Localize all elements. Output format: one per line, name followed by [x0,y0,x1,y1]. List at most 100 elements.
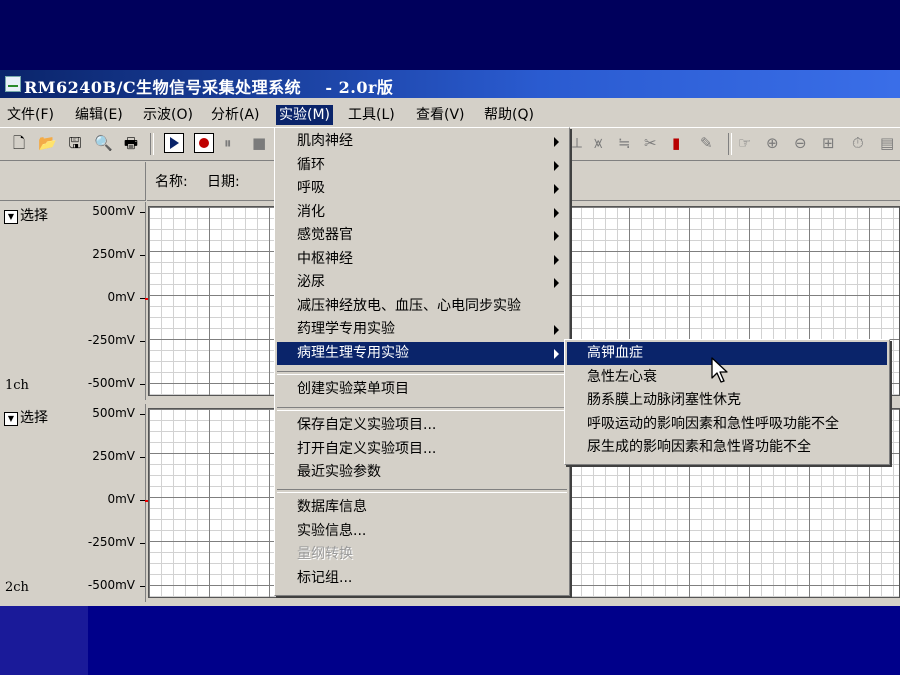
menu-view[interactable]: 查看(V) [416,105,465,125]
menu-item-digestion[interactable]: 消化 [277,201,567,224]
menu-item-circulation[interactable]: 循环 [277,154,567,177]
menu-item-pathophysiology[interactable]: 病理生理专用实验 [277,342,567,365]
submenu-arrow-icon [554,255,559,265]
submenu-item-renal-insufficiency[interactable]: 尿生成的影响因素和急性肾功能不全 [567,436,887,459]
name-label: 名称: [155,174,188,190]
submenu-arrow-icon [554,137,559,147]
y-tick-label: 250mV [92,449,135,463]
menu-analysis[interactable]: 分析(A) [211,105,260,125]
channel-1-scale-panel: ▼ 选择 500mV 250mV 0mV -250mV -500mV 1ch [0,202,146,400]
select-label: 选择 [20,208,48,224]
y-tick [140,586,145,587]
submenu-arrow-icon [554,208,559,218]
channel-2-select[interactable]: ▼ 选择 [4,407,48,427]
menu-item-urinary[interactable]: 泌尿 [277,271,567,294]
menu-item-marker-group[interactable]: 标记组... [277,567,567,590]
y-tick [140,212,145,213]
slide-background-bottom [88,604,900,675]
select-label: 选择 [20,410,48,426]
submenu-arrow-icon [554,231,559,241]
menu-scope[interactable]: 示波(O) [143,105,193,125]
more-icon[interactable]: ▤ [880,134,894,152]
channel-2-scale-panel: ▼ 选择 500mV 250mV 0mV -250mV -500mV 2ch [0,404,146,602]
toolbar-separator [728,133,732,155]
y-tick-label: 500mV [92,406,135,420]
y-tick-label: 0mV [107,290,135,304]
y-tick [140,341,145,342]
submenu-item-respiratory-insufficiency[interactable]: 呼吸运动的影响因素和急性呼吸功能不全 [567,413,887,436]
menu-item-respiration[interactable]: 呼吸 [277,177,567,200]
menu-item-save-custom[interactable]: 保存自定义实验项目... [277,414,567,437]
channel-name: 2ch [5,580,29,595]
marker-icon[interactable]: ⟂ [572,134,582,152]
menu-item-create-menu-item[interactable]: 创建实验菜单项目 [277,378,567,401]
experiment-menu: 肌肉神经 循环 呼吸 消化 感觉器官 中枢神经 泌尿 减压神经放电、血压、心电同… [274,127,570,596]
y-tick [140,384,145,385]
y-tick-label: 0mV [107,492,135,506]
book-icon[interactable]: ▮ [672,134,680,152]
menu-experiment[interactable]: 实验(M) [276,105,334,125]
open-folder-icon[interactable]: 📂 [38,134,57,152]
record-icon[interactable] [194,133,214,153]
zoom-out-icon[interactable]: ⊖ [794,134,807,152]
y-tick-label: -500mV [87,376,135,390]
y-tick-label: 500mV [92,204,135,218]
play-icon[interactable] [164,133,184,153]
notes-icon[interactable]: ✎ [700,134,713,152]
pause-icon[interactable]: ⏸ [224,134,232,152]
submenu-arrow-icon [554,278,559,288]
print-preview-icon[interactable]: 🔍 [94,134,113,152]
menu-item-sensory[interactable]: 感觉器官 [277,224,567,247]
menu-separator [277,489,567,493]
submenu-arrow-icon [554,325,559,335]
dropdown-arrow-icon: ▼ [4,210,18,224]
menu-tools[interactable]: 工具(L) [348,105,395,125]
toolbar-separator [150,133,154,155]
scissors-icon[interactable]: ✂ [644,134,657,152]
submenu-arrow-icon [554,184,559,194]
menu-item-database-info[interactable]: 数据库信息 [277,496,567,519]
menu-item-unit-conversion: 量纲转换 [297,546,353,562]
app-icon [5,76,21,92]
menu-file[interactable]: 文件(F) [7,105,54,125]
channel-name: 1ch [5,378,29,393]
menu-item-muscle-nerve[interactable]: 肌肉神经 [277,130,567,153]
save-icon[interactable]: 🖫 [66,134,84,152]
submenu-item-mesenteric-shock[interactable]: 肠系膜上动脉闭塞性休克 [567,389,887,412]
zoom-in-icon[interactable]: ⊕ [766,134,779,152]
grid-icon[interactable]: ⊞ [822,134,835,152]
submenu-arrow-icon [554,349,559,359]
submenu-arrow-icon [554,161,559,171]
menu-item-recent-params[interactable]: 最近实验参数 [277,461,567,484]
menu-item-depressor-nerve[interactable]: 减压神经放电、血压、心电同步实验 [277,295,567,318]
y-tick [140,543,145,544]
channel-1-select[interactable]: ▼ 选择 [4,205,48,225]
y-tick-label: -500mV [87,578,135,592]
menu-bar: 文件(F) 编辑(E) 示波(O) 分析(A) 实验(M) 工具(L) 查看(V… [0,102,900,126]
menu-help[interactable]: 帮助(Q) [484,105,534,125]
hand-icon[interactable]: ☞ [738,134,751,152]
date-label: 日期: [207,174,240,190]
stop-icon[interactable]: ■ [252,134,266,152]
menu-edit[interactable]: 编辑(E) [75,105,123,125]
y-tick-label: 250mV [92,247,135,261]
menu-item-pharmacology[interactable]: 药理学专用实验 [277,318,567,341]
menu-item-central-nerve[interactable]: 中枢神经 [277,248,567,271]
menu-item-experiment-info[interactable]: 实验信息... [277,520,567,543]
print-icon[interactable]: 🖶 [122,134,140,152]
new-file-icon[interactable]: 🗋 [10,134,28,152]
timer-icon[interactable]: ⏱ [852,134,864,152]
channel-header-panel [0,162,146,201]
window-title: RM6240B/C生物信号采集处理系统 - 2.0r版 [24,78,394,97]
menu-separator [277,371,567,375]
y-tick [140,457,145,458]
compare-icon[interactable]: ≒ [618,134,631,152]
menu-item-open-custom[interactable]: 打开自定义实验项目... [277,438,567,461]
y-tick-label: -250mV [87,535,135,549]
y-tick-label: -250mV [87,333,135,347]
measure-icon[interactable]: ⩙ [594,134,602,152]
y-tick [140,414,145,415]
title-bar[interactable]: RM6240B/C生物信号采集处理系统 - 2.0r版 [0,70,900,98]
mouse-pointer-icon [711,357,728,383]
dropdown-arrow-icon: ▼ [4,412,18,426]
